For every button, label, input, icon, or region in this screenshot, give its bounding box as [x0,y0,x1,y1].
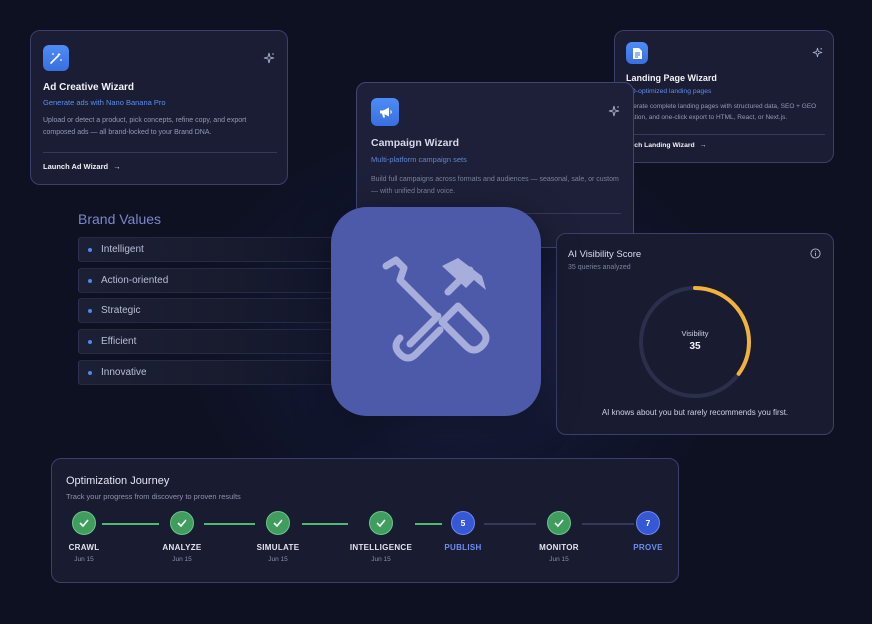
tools-tile [331,207,541,416]
launch-ad-wizard-button[interactable]: Launch Ad Wizard → [43,162,121,171]
step-label: SIMULATE [256,543,300,552]
bullet-dot [88,308,92,313]
launch-label: unch Landing Wizard [626,142,695,149]
megaphone-icon [371,98,399,126]
step-simulate[interactable]: SIMULATE Jun 15 [243,511,313,563]
bullet-dot [88,278,92,283]
brand-values-title: Brand Values [78,211,162,227]
step-label: MONITOR [539,543,579,552]
step-date: Jun 15 [371,556,391,563]
step-date: Jun 15 [172,556,192,563]
step-prove[interactable]: 7 PROVE [613,511,683,552]
step-label: ANALYZE [162,543,202,552]
launch-landing-wizard-button[interactable]: unch Landing Wizard → [626,142,706,149]
sparkle-icon[interactable] [812,47,823,58]
brand-value-label: Intelligent [101,244,144,255]
brand-value-item: Strategic [78,298,340,323]
sparkle-icon[interactable] [608,105,620,117]
card-divider [626,134,825,135]
card-subtitle: Multi-platform campaign sets [371,155,467,164]
bullet-dot [88,339,92,344]
brand-value-label: Efficient [101,336,137,347]
step-analyze[interactable]: ANALYZE Jun 15 [147,511,217,563]
tools-icon [382,256,490,361]
card-description: enerate complete landing pages with stru… [626,103,817,121]
brand-value-item: Innovative [78,360,340,385]
step-label: INTELLIGENCE [349,543,413,552]
arrow-right-icon: → [113,162,121,171]
card-title: Landing Page Wizard [626,73,717,83]
arrow-right-icon: → [699,142,707,149]
step-crawl[interactable]: CRAWL Jun 15 [49,511,119,563]
check-icon [266,511,290,535]
document-icon [626,42,648,64]
visibility-subtitle: 35 queries analyzed [568,264,631,271]
step-label: PROVE [633,543,663,552]
bullet-dot [88,247,92,252]
brand-value-item: Action-oriented [78,268,340,293]
brand-value-label: Action-oriented [101,275,169,286]
step-label: PUBLISH [444,543,482,552]
card-subtitle: Generate ads with Nano Banana Pro [43,98,166,107]
step-monitor[interactable]: MONITOR Jun 15 [524,511,594,563]
info-icon[interactable] [810,248,821,259]
step-number: 5 [451,511,475,535]
step-publish[interactable]: 5 PUBLISH [428,511,498,552]
step-number: 7 [636,511,660,535]
ai-visibility-card: AI Visibility Score 35 queries analyzed … [556,233,834,435]
magic-wand-icon [43,45,69,71]
gauge-score: 35 [689,341,701,352]
step-date: Jun 15 [74,556,94,563]
journey-title: Optimization Journey [66,475,170,487]
visibility-title: AI Visibility Score [568,249,642,260]
journey-subtitle: Track your progress from discovery to pr… [66,492,241,501]
check-icon [170,511,194,535]
brand-value-item: Efficient [78,329,340,354]
brand-value-label: Innovative [101,367,147,378]
optimization-journey-card: Optimization Journey Track your progress… [51,458,679,583]
step-date: Jun 15 [268,556,288,563]
card-title: Campaign Wizard [371,137,459,149]
brand-value-label: Strategic [101,305,141,316]
visibility-footer: AI knows about you but rarely recommends… [601,408,789,417]
card-description: Upload or detect a product, pick concept… [43,117,247,136]
gauge-label: Visibility [681,329,709,338]
sparkle-icon[interactable] [263,52,275,64]
card-divider [43,152,277,153]
brand-value-item: Intelligent [78,237,340,262]
step-date: Jun 15 [549,556,569,563]
ad-creative-wizard-card[interactable]: Ad Creative Wizard Generate ads with Nan… [30,30,288,185]
card-subtitle: EO-optimized landing pages [626,88,712,95]
launch-label: Launch Ad Wizard [43,162,109,171]
check-icon [547,511,571,535]
landing-page-wizard-card[interactable]: Landing Page Wizard EO-optimized landing… [614,30,834,163]
card-title: Ad Creative Wizard [43,82,135,93]
card-description: Build full campaigns across formats and … [371,176,619,195]
step-intelligence[interactable]: INTELLIGENCE Jun 15 [346,511,416,563]
step-label: CRAWL [68,543,100,552]
check-icon [72,511,96,535]
bullet-dot [88,370,92,375]
check-icon [369,511,393,535]
